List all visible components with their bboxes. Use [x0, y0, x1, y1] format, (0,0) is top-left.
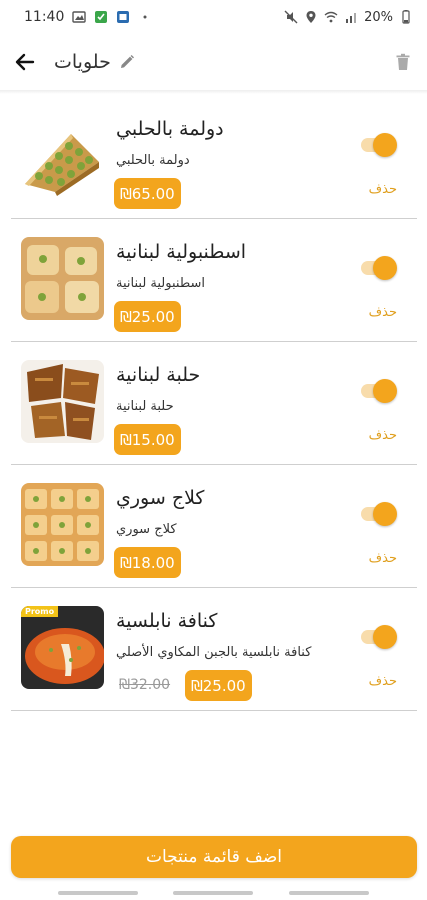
product-description: كلاج سوري [116, 522, 177, 537]
delete-item-button[interactable]: حذف [369, 428, 397, 443]
kallaj-image-icon [21, 483, 104, 566]
availability-toggle[interactable] [359, 625, 397, 649]
knafeh-image-icon [21, 606, 104, 689]
mute-icon [284, 10, 298, 24]
product-price: ₪18.00 [114, 547, 181, 578]
product-row[interactable]: دولمة بالحلبي دولمة بالحلبي ₪65.00 حذف [11, 96, 417, 219]
back-button[interactable] [12, 49, 38, 75]
status-right: 20% [284, 10, 413, 25]
product-description: كنافة نابلسية بالجبن المكاوي الأصلي [116, 645, 312, 660]
product-image-knafeh: Promo [21, 606, 104, 689]
toggle-knob [373, 379, 397, 403]
helba-image-icon [21, 360, 104, 443]
image-notification-icon [72, 11, 87, 23]
nav-recent-button[interactable] [57, 891, 138, 895]
app-bar-shadow [0, 90, 427, 94]
product-description: دولمة بالحلبي [116, 153, 190, 168]
product-price: ₪65.00 [114, 178, 181, 209]
arrow-left-icon [15, 53, 35, 71]
product-price: ₪25.00 [114, 301, 181, 332]
status-left: 11:40 [24, 9, 152, 25]
product-name: اسطنبولية لبنانية [116, 241, 247, 263]
page-title: حلويات [54, 51, 111, 73]
delete-item-button[interactable]: حذف [369, 305, 397, 320]
delete-item-button[interactable]: حذف [369, 551, 397, 566]
app-bar: حلويات [0, 34, 427, 90]
toggle-knob [373, 625, 397, 649]
product-name: حلبة لبنانية [116, 364, 201, 386]
product-name: دولمة بالحلبي [116, 118, 224, 140]
product-image-baklava-dolma [21, 114, 104, 197]
product-row[interactable]: كلاج سوري كلاج سوري ₪18.00 حذف [11, 465, 417, 588]
product-list: دولمة بالحلبي دولمة بالحلبي ₪65.00 حذف ا… [11, 96, 417, 711]
status-time: 11:40 [24, 9, 65, 25]
product-price: ₪25.00 [185, 670, 252, 701]
message-notification-icon [117, 11, 130, 23]
availability-toggle[interactable] [359, 133, 397, 157]
product-description: حلبة لبنانية [116, 399, 174, 414]
trash-icon [396, 53, 410, 70]
istanbuliya-image-icon [21, 237, 104, 320]
delete-all-button[interactable] [391, 50, 415, 74]
nav-back-button[interactable] [289, 891, 370, 895]
availability-toggle[interactable] [359, 502, 397, 526]
product-image-helba [21, 360, 104, 443]
availability-toggle[interactable] [359, 379, 397, 403]
product-name: كنافة نابلسية [116, 610, 218, 632]
promo-badge: Promo [21, 606, 59, 617]
system-nav-bar [0, 886, 427, 900]
toggle-knob [373, 256, 397, 280]
add-product-list-button[interactable]: اضف قائمة منتجات [11, 836, 417, 878]
product-name: كلاج سوري [116, 487, 205, 509]
product-image-kallaj [21, 483, 104, 566]
delete-item-button[interactable]: حذف [369, 674, 397, 689]
delete-item-button[interactable]: حذف [369, 182, 397, 197]
baklava-image-icon [21, 114, 104, 197]
nav-home-button[interactable] [173, 891, 254, 895]
app-notification-icon [95, 11, 108, 23]
battery-percent: 20% [364, 9, 393, 25]
product-row[interactable]: حلبة لبنانية حلبة لبنانية ₪15.00 حذف [11, 342, 417, 465]
status-bar: 11:40 20% [0, 0, 427, 34]
product-price: ₪15.00 [114, 424, 181, 455]
toggle-knob [373, 502, 397, 526]
product-image-istanbuliya [21, 237, 104, 320]
dot-icon [143, 15, 147, 19]
product-description: اسطنبولية لبنانية [116, 276, 205, 291]
product-row[interactable]: اسطنبولية لبنانية اسطنبولية لبنانية ₪25.… [11, 219, 417, 342]
availability-toggle[interactable] [359, 256, 397, 280]
toggle-knob [373, 133, 397, 157]
title-wrap: حلويات [54, 51, 135, 73]
location-icon [306, 11, 316, 23]
signal-icon [346, 13, 357, 23]
product-row[interactable]: Promo كنافة نابلسية كنافة نابلسية بالجبن… [11, 588, 417, 711]
wifi-icon [324, 11, 338, 23]
edit-pencil-icon[interactable] [119, 54, 135, 70]
product-old-price: ₪32.00 [119, 677, 171, 693]
battery-icon [402, 10, 410, 24]
